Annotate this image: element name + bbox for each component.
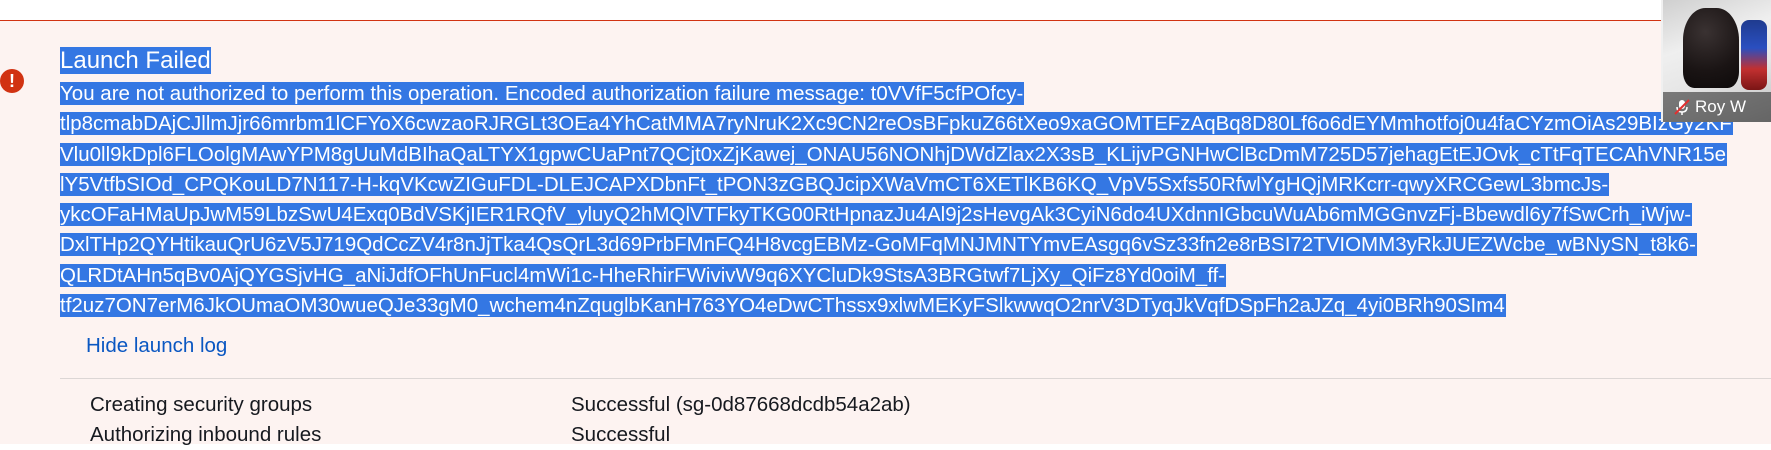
alert-content: Launch Failed You are not authorized to …: [60, 46, 1771, 321]
alert-title: Launch Failed: [60, 46, 1771, 76]
launch-log-table: Creating security groups Successful (sg-…: [60, 390, 1771, 450]
alert-message-line: You are not authorized to perform this o…: [60, 82, 1025, 105]
microphone-muted-icon: [1674, 99, 1690, 115]
error-exclamation-icon: !: [0, 69, 24, 93]
log-step-name: Authorizing inbound rules: [90, 423, 322, 446]
video-call-tile[interactable]: Roy W: [1661, 0, 1771, 122]
alert-title-text: Launch Failed: [60, 47, 211, 74]
participant-video-feed: [1683, 8, 1739, 88]
participant-nameplate: Roy W: [1663, 92, 1771, 122]
hide-launch-log-link[interactable]: Hide launch log: [86, 334, 227, 358]
participant-video-feed-detail: [1741, 20, 1767, 90]
alert-message-line: QLRDtAHn5qBv0AjQYGSjvHG_aNiJdfOFhUnFucl4…: [60, 263, 1227, 287]
page-header-strip: [0, 0, 1771, 21]
log-step-status: Successful (sg-0d87668dcdb54a2ab): [571, 393, 911, 416]
alert-message-line: Vlu0ll9kDpl6FLOolgMAwYPM8gUuMdBIhaQaLTYX…: [60, 142, 1728, 166]
log-row: Authorizing inbound rules Successful: [60, 420, 1771, 450]
alert-message-line: lY5VtfbSIOd_CPQKouLD7N117-H-kqVKcwZIGuFD…: [60, 172, 1610, 196]
log-step-status: Successful: [571, 423, 671, 446]
log-step-name: Creating security groups: [90, 393, 313, 416]
alert-message: You are not authorized to perform this o…: [60, 79, 1771, 321]
alert-message-line: tlp8cmabDAjCJllmJjr66mrbm1lCFYoX6cwzaoRJ…: [60, 112, 1733, 136]
participant-name: Roy W: [1695, 97, 1746, 116]
alert-message-line: tf2uz7ON7erM6JkOUmaOM30wueQJe33gM0_wchem…: [60, 294, 1506, 318]
alert-message-line: ykcOFaHMaUpJwM59LbzSwU4Exq0BdVSKjIER1RQf…: [60, 203, 1693, 227]
alert-message-line: DxlTHp2QYHtikauQrU6zV5J719QdCcZV4r8nJjTk…: [60, 233, 1697, 257]
log-row: Creating security groups Successful (sg-…: [60, 390, 1771, 420]
divider: [60, 378, 1771, 379]
